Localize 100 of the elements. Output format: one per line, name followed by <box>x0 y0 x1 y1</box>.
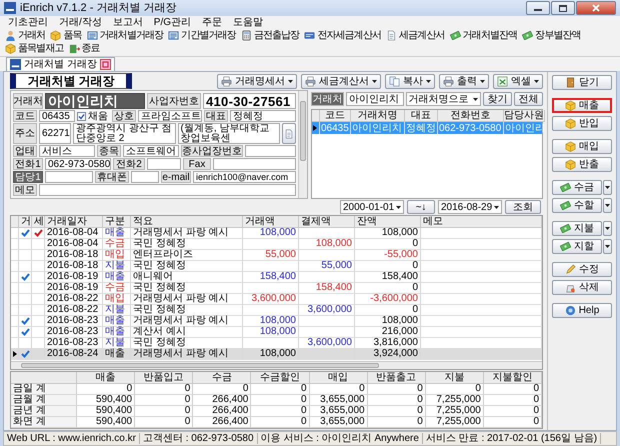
menu-item[interactable]: 기초관리 <box>8 17 48 28</box>
tab[interactable]: 거래처별 거래장 <box>6 57 115 71</box>
table-cell: 7,255,000 <box>426 417 484 428</box>
side-button[interactable]: 수정 <box>552 262 612 277</box>
menu-item[interactable]: 거래/작성 <box>59 17 102 28</box>
text-field[interactable]: 062-973-0580 <box>45 158 111 170</box>
toolbar-button[interactable]: 품목 <box>49 29 83 42</box>
search-button[interactable]: 조회 <box>505 200 541 214</box>
maximize-button[interactable] <box>551 1 575 15</box>
text-field[interactable] <box>45 171 93 183</box>
horizontal-scrollbar[interactable] <box>11 361 542 369</box>
business-number-field[interactable]: 410-30-27561 <box>203 93 296 109</box>
menu-item[interactable]: P/G관리 <box>154 17 192 28</box>
table-cell: 590,400 <box>77 395 136 406</box>
search-field[interactable]: 아이인리치 <box>346 92 404 106</box>
toolbar-button[interactable]: 금전출납장 <box>240 29 300 42</box>
text-field[interactable] <box>213 158 296 170</box>
table-row[interactable]: 2016-08-19 수금 국민 정혜정 158,400 0 <box>11 283 542 294</box>
text-field[interactable] <box>147 158 181 170</box>
toolbar-button[interactable]: 전자세금계산서 <box>303 29 382 42</box>
side-button[interactable]: Help <box>552 303 612 318</box>
dropdown-button[interactable] <box>603 198 612 213</box>
text-field[interactable] <box>245 145 296 157</box>
customer-name-field[interactable]: 아이인리치 <box>45 93 145 109</box>
table-row[interactable]: 2016-08-23 매출 계산서 예시 108,000 216,000 <box>11 327 542 338</box>
toolbar-button[interactable]: 거래처 <box>4 29 46 42</box>
toolbar-button[interactable]: 장부별잔액 <box>521 29 582 42</box>
side-button[interactable]: 닫기 <box>552 75 612 90</box>
table-row[interactable]: 2016-08-24 매출 거래명세서 파랑 예시 108,000 3,924,000 <box>11 349 542 360</box>
side-button[interactable]: 수할 <box>552 198 602 213</box>
side-button[interactable]: 매출 <box>552 98 612 113</box>
table-cell: 590,400 <box>77 406 136 417</box>
text-field[interactable]: 06435 <box>39 110 75 122</box>
table-row[interactable]: 2016-08-19 매출 애니웨어 158,400 158,400 <box>11 272 542 283</box>
search-mode-dropdown[interactable]: 거래처명으로 <box>406 92 481 106</box>
toolbar-button[interactable]: 종료 <box>68 42 101 55</box>
column-header: 수금할인 <box>251 372 310 384</box>
search-button[interactable]: 찾기 <box>483 92 512 106</box>
dropdown-button[interactable]: 거래명세서 <box>217 74 297 88</box>
table-cell: 엔터프라이즈 <box>131 250 243 261</box>
pencil-icon <box>565 264 576 275</box>
dropdown-button[interactable] <box>603 239 612 254</box>
vertical-scrollbar[interactable] <box>298 91 307 198</box>
side-button[interactable]: 지불 <box>552 221 602 236</box>
table-row[interactable]: 2016-08-18 지불 국민 정혜정 55,000 0 <box>11 261 542 272</box>
table-row[interactable]: 2016-08-04 수금 국민 정혜정 108,000 0 <box>11 239 542 250</box>
text-field[interactable] <box>131 171 159 183</box>
column-header: 메모 <box>421 216 542 228</box>
side-button[interactable]: 반출 <box>552 157 612 172</box>
minimize-button[interactable] <box>526 1 550 15</box>
range-button[interactable]: ~↓ <box>407 200 435 214</box>
side-button[interactable]: 수금 <box>552 180 602 195</box>
table-row[interactable]: 2016-08-22 매입 거래명세서 파랑 예시 3,600,000 -3,600,000 <box>11 294 542 305</box>
dropdown-button[interactable]: 세금계산서 <box>301 74 381 88</box>
field-label: 거래처 <box>13 93 43 109</box>
text-field[interactable]: 서비스 <box>39 145 95 157</box>
dropdown-button[interactable] <box>603 180 612 195</box>
table-cell: 0 <box>193 384 252 395</box>
close-button[interactable] <box>576 1 616 15</box>
column-header: 거 <box>19 216 32 228</box>
toolbar-button[interactable]: 거래처별거래장 <box>86 29 164 42</box>
search-button[interactable]: 전체 <box>514 92 543 106</box>
table-row[interactable]: 2016-08-22 지불 국민 정혜정 3,600,000 0 <box>11 305 542 316</box>
text-field[interactable]: 정혜정 <box>230 110 296 122</box>
dropdown-button[interactable] <box>603 221 612 236</box>
checkbox[interactable] <box>77 112 86 120</box>
date-field[interactable]: 2016-08-29 <box>438 200 502 214</box>
address-search-button[interactable] <box>282 123 296 144</box>
text-field[interactable] <box>39 184 296 196</box>
dropdown-button[interactable]: 엑셀 <box>493 74 543 88</box>
toolbar-button[interactable]: 거래처별잔액 <box>448 29 518 42</box>
box-icon <box>565 159 576 170</box>
text-field[interactable]: 프라임소프트 <box>138 110 202 122</box>
toolbar-button[interactable]: 기간별거래장 <box>167 29 237 42</box>
table-cell: 3,600,000 <box>243 294 299 305</box>
menu-item[interactable]: 주문 <box>202 17 222 28</box>
dropdown-button[interactable]: 출력 <box>439 74 489 88</box>
table-cell: 매출 <box>103 228 131 239</box>
text-field[interactable]: 62271 <box>39 123 71 144</box>
table-row[interactable]: 2016-08-23 매출 거래명세서 파랑 예시 108,000 108,000 <box>11 316 542 327</box>
table-cell: 거래명세서 파랑 예시 <box>131 294 243 305</box>
side-button[interactable]: 삭제 <box>552 280 612 295</box>
date-field[interactable]: 2000-01-01 <box>340 200 404 214</box>
side-button[interactable]: 반입 <box>552 116 612 131</box>
side-button[interactable]: 매입 <box>552 139 612 154</box>
side-button[interactable]: 지할 <box>552 239 602 254</box>
money-icon <box>560 241 571 252</box>
caret-icon <box>288 80 293 82</box>
table-cell: 266,400 <box>193 417 252 428</box>
dropdown-button[interactable]: 복사 <box>385 74 435 88</box>
table-row[interactable]: 2016-08-04 매출 거래명세서 파랑 예시 108,000 108,000 <box>11 228 542 239</box>
text-field[interactable]: ienrich100@naver.com <box>193 171 296 183</box>
menu-item[interactable]: 보고서 <box>112 17 143 28</box>
toolbar-button[interactable]: 세금계산서 <box>385 29 446 42</box>
table-cell: 0 <box>355 283 421 294</box>
text-field[interactable]: 소프트웨어 <box>123 145 179 157</box>
table-row[interactable]: 2016-08-18 매입 엔터프라이즈 55,000 -55,000 <box>11 250 542 261</box>
menu-item[interactable]: 도움말 <box>233 17 264 28</box>
tab-close-button[interactable] <box>100 59 111 70</box>
toolbar-button[interactable]: 품목별재고 <box>4 42 65 55</box>
